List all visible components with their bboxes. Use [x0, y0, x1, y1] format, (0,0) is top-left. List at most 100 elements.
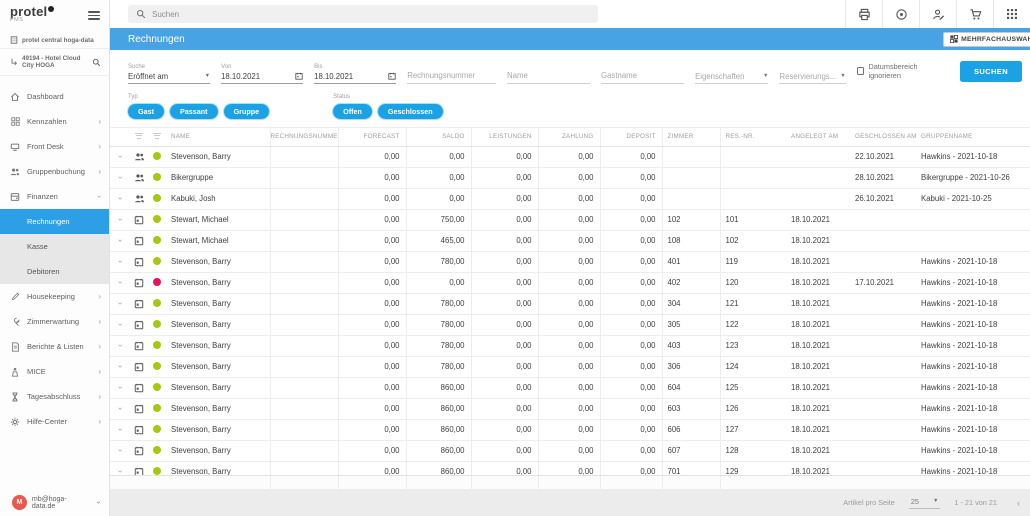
- row-expand-chevron[interactable]: ›: [115, 344, 124, 347]
- col-header-gruppenname[interactable]: GRUPPENNAME: [916, 128, 1030, 147]
- sidebar-item-rechnungen[interactable]: Rechnungen: [0, 209, 109, 234]
- cart-icon[interactable]: [956, 0, 993, 28]
- row-expand-chevron[interactable]: ›: [115, 218, 124, 221]
- table-row[interactable]: › Stevenson, Barry 0,00 860,00 0,00 0,00…: [110, 418, 1030, 440]
- row-expand-chevron[interactable]: ›: [115, 407, 124, 410]
- table-row[interactable]: › Stevenson, Barry 0,00 860,00 0,00 0,00…: [110, 439, 1030, 461]
- search-button[interactable]: SUCHEN: [959, 61, 1023, 82]
- cell-gruppenname: Kabuki - 2021-10-25: [916, 187, 1030, 209]
- col-header-forecast[interactable]: FORECAST: [337, 128, 406, 147]
- row-expand-chevron[interactable]: ›: [115, 428, 124, 431]
- table-row[interactable]: › Stevenson, Barry 0,00 780,00 0,00 0,00…: [110, 355, 1030, 377]
- col-header-angelegt-am[interactable]: ANGELEGT AM: [786, 128, 850, 147]
- row-expand-chevron[interactable]: ›: [115, 302, 124, 305]
- table-row[interactable]: › Stevenson, Barry 0,00 780,00 0,00 0,00…: [110, 250, 1030, 272]
- col-header-deposit[interactable]: DEPOSIT: [599, 128, 662, 147]
- row-expand-chevron[interactable]: ›: [115, 239, 124, 242]
- sidebar-item-tagesabschluss[interactable]: Tagesabschluss ›: [0, 384, 109, 409]
- table-row[interactable]: › Stevenson, Barry 0,00 860,00 0,00 0,00…: [110, 460, 1030, 475]
- table-row[interactable]: › Stewart, Michael 0,00 750,00 0,00 0,00…: [110, 208, 1030, 230]
- row-expand-chevron[interactable]: ›: [115, 449, 124, 452]
- table-row[interactable]: › Stevenson, Barry 0,00 780,00 0,00 0,00…: [110, 313, 1030, 335]
- sidebar-item-front-desk[interactable]: Front Desk ›: [0, 134, 109, 159]
- row-expand-chevron[interactable]: ›: [115, 470, 124, 473]
- sidebar-item-berichte-listen[interactable]: Berichte & Listen ›: [0, 334, 109, 359]
- typ-chip[interactable]: Gast: [128, 104, 164, 119]
- row-expand-chevron[interactable]: ›: [115, 386, 124, 389]
- multi-select-button[interactable]: MEHRFACHAUSWAHL: [943, 31, 1030, 47]
- row-expand-chevron[interactable]: ›: [115, 155, 124, 158]
- user-account[interactable]: M mb@hoga-data.de ›: [0, 495, 109, 510]
- col-header-leistungen[interactable]: LEISTUNGEN: [470, 128, 538, 147]
- calendar-icon[interactable]: [388, 72, 396, 80]
- status-chip[interactable]: Geschlossen: [377, 104, 443, 119]
- row-expand-chevron[interactable]: ›: [115, 260, 124, 263]
- col-header-zahlung[interactable]: ZAHLUNG: [537, 128, 600, 147]
- properties-select[interactable]: Eigenschaften ▼: [695, 72, 769, 84]
- table-row[interactable]: › Stevenson, Barry 0,00 0,00 0,00 0,00 0…: [110, 146, 1030, 167]
- col-header-zimmer[interactable]: ZIMMER: [661, 128, 720, 147]
- date-from-field[interactable]: Von 18.10.2021: [221, 64, 304, 84]
- calendar-icon[interactable]: [295, 72, 303, 80]
- table-row[interactable]: › Stevenson, Barry 0,00 780,00 0,00 0,00…: [110, 292, 1030, 314]
- invoice-icon: [134, 278, 144, 288]
- row-expand-chevron[interactable]: ›: [115, 323, 124, 326]
- global-search[interactable]: [128, 5, 598, 23]
- workspace-row[interactable]: protel central hoga-data: [0, 30, 109, 48]
- col-header-saldo[interactable]: SALDO: [405, 128, 471, 147]
- property-search-icon[interactable]: [92, 58, 101, 67]
- sidebar-item-finanzen[interactable]: Finanzen ›: [0, 184, 109, 209]
- col-header-name[interactable]: NAME: [166, 128, 270, 147]
- sidebar-item-housekeeping[interactable]: Housekeeping ›: [0, 284, 109, 309]
- search-type-select[interactable]: Suche Eröffnet am ▼: [128, 64, 211, 84]
- sidebar-item-zimmerwartung[interactable]: Zimmerwartung ›: [0, 309, 109, 334]
- sidebar-item-dashboard[interactable]: Dashboard: [0, 84, 109, 109]
- table-row[interactable]: › Stevenson, Barry 0,00 860,00 0,00 0,00…: [110, 397, 1030, 419]
- target-icon[interactable]: [882, 0, 919, 28]
- sidebar-item-hilfe-center[interactable]: Hilfe-Center ›: [0, 409, 109, 434]
- filter-icon[interactable]: [153, 131, 161, 140]
- reservation-select[interactable]: Reservierungs... ▼: [779, 72, 846, 84]
- row-expand-chevron[interactable]: ›: [115, 281, 124, 284]
- sidebar-item-gruppenbuchung[interactable]: Gruppenbuchung ›: [0, 159, 109, 184]
- sidebar-item-debitoren[interactable]: Debitoren: [0, 259, 109, 284]
- previous-page-icon[interactable]: ‹: [1017, 498, 1020, 508]
- cell-geschlossen-am: [850, 208, 916, 230]
- hamburger-menu-icon[interactable]: [88, 9, 100, 22]
- col-header-rechnungsnummer[interactable]: RECHNUNGSNUMMER: [269, 128, 338, 147]
- typ-chip[interactable]: Passant: [169, 104, 218, 119]
- ignore-date-range-checkbox-group[interactable]: Datumsbereich ignorieren: [856, 62, 949, 84]
- sidebar-item-kennzahlen[interactable]: Kennzahlen ›: [0, 109, 109, 134]
- filter-icon[interactable]: [135, 131, 143, 140]
- sidebar-item-mice[interactable]: MICE ›: [0, 359, 109, 384]
- typ-chip[interactable]: Gruppe: [223, 104, 270, 119]
- table-row[interactable]: › Stevenson, Barry 0,00 780,00 0,00 0,00…: [110, 334, 1030, 356]
- table-row[interactable]: › Bikergruppe 0,00 0,00 0,00 0,00 0,00 2…: [110, 166, 1030, 188]
- date-to-field[interactable]: Bis 18.10.2021: [314, 64, 397, 84]
- col-header-res-nr[interactable]: RES.-NR.: [719, 128, 786, 147]
- apps-grid-icon[interactable]: [993, 0, 1030, 28]
- table-row[interactable]: › Stevenson, Barry 0,00 0,00 0,00 0,00 0…: [110, 271, 1030, 293]
- person-edit-icon[interactable]: [919, 0, 956, 28]
- guest-name-input[interactable]: [601, 71, 685, 84]
- cell-geschlossen-am: [850, 292, 916, 314]
- property-selector[interactable]: 49194 - Hotel Cloud City HOGA: [0, 48, 109, 76]
- checkbox[interactable]: [856, 67, 865, 75]
- status-chip[interactable]: Offen: [333, 104, 372, 119]
- search-input[interactable]: [152, 9, 590, 19]
- row-expand-chevron[interactable]: ›: [115, 197, 124, 200]
- table-row[interactable]: › Stewart, Michael 0,00 465,00 0,00 0,00…: [110, 229, 1030, 251]
- printer-icon[interactable]: [845, 0, 882, 28]
- row-expand-chevron[interactable]: ›: [115, 176, 124, 179]
- table-row[interactable]: › Stevenson, Barry 0,00 860,00 0,00 0,00…: [110, 376, 1030, 398]
- per-page-select[interactable]: 25 ▼: [908, 497, 941, 509]
- sidebar-item-kasse[interactable]: Kasse: [0, 234, 109, 259]
- chevron-down-icon: ▼: [840, 73, 846, 79]
- invoice-number-input[interactable]: [407, 71, 496, 84]
- table-row[interactable]: › Kabuki, Josh 0,00 0,00 0,00 0,00 0,00 …: [110, 187, 1030, 209]
- col-header-geschlossen-am[interactable]: GESCHLOSSEN AM: [850, 128, 916, 147]
- row-expand-chevron[interactable]: ›: [115, 365, 124, 368]
- chevron-right-icon: ›: [98, 117, 101, 126]
- status-dot: [153, 256, 161, 265]
- name-input[interactable]: [507, 71, 591, 84]
